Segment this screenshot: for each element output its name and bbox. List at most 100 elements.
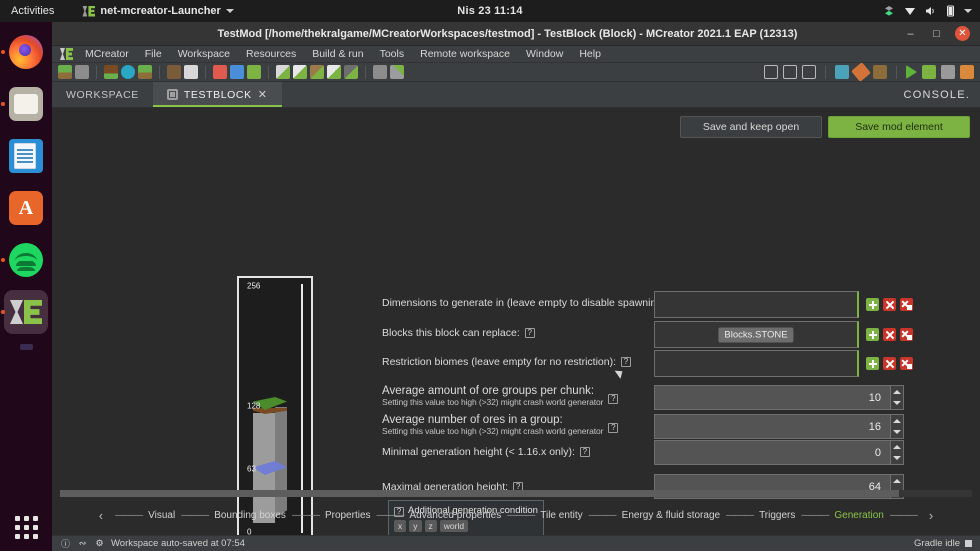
help-icon[interactable]: ? [621,357,631,367]
link-icon[interactable]: ∾ [77,538,88,549]
menu-item-window[interactable]: Window [518,46,571,63]
spinner-down[interactable] [891,453,903,465]
menu-item-remote-workspace[interactable]: Remote workspace [412,46,518,63]
menu-item-mcreator[interactable]: MCreator [77,46,137,63]
dimensions-list[interactable] [654,291,859,318]
prev-page-button[interactable]: ‹ [91,508,111,523]
menu-item-resources[interactable]: Resources [238,46,304,63]
workspace-settings-icon[interactable] [75,65,89,79]
texture-icon[interactable] [835,65,849,79]
help-icon[interactable]: ? [608,394,619,404]
spinner-up[interactable] [891,441,903,453]
new-tool-icon[interactable] [310,65,324,79]
console-toggle[interactable]: CONSOLE. [894,82,980,107]
menu-item-help[interactable]: Help [571,46,609,63]
spinner-down[interactable] [891,427,903,439]
close-icon[interactable]: ✕ [258,88,268,101]
remove-all-icon[interactable] [900,357,913,370]
menu-item-tools[interactable]: Tools [372,46,413,63]
dock-item-mcreator[interactable] [4,290,48,334]
add-icon[interactable] [866,357,879,370]
dock-item-spotify[interactable] [4,238,48,282]
add-icon[interactable] [866,298,879,311]
replace-blocks-list[interactable]: Blocks.STONE [654,321,859,348]
tab-testblock[interactable]: TESTBLOCK ✕ [152,82,282,107]
ores-in-group-spinner[interactable]: 16 [654,414,904,439]
export-mod-icon[interactable] [960,65,974,79]
texture-maker-icon[interactable] [851,62,871,82]
save-mod-element-button[interactable]: Save mod element [828,116,970,138]
next-page-button[interactable]: › [921,508,941,523]
page-bounding-boxes[interactable]: Bounding boxes [212,510,288,521]
save-icon[interactable] [184,65,198,79]
ore-groups-spinner[interactable]: 10 [654,385,904,410]
new-item-icon[interactable] [293,65,307,79]
menu-item-file[interactable]: File [137,46,170,63]
import-icon[interactable] [104,65,118,79]
add-icon[interactable] [866,328,879,341]
page-energy-fluid-storage[interactable]: Energy & fluid storage [620,510,722,521]
spinner-up[interactable] [891,415,903,427]
activities-button[interactable]: Activities [0,5,66,17]
spinner-down[interactable] [891,398,903,410]
page-properties[interactable]: Properties [323,510,373,521]
remove-icon[interactable] [883,328,896,341]
mod-element-blue-icon[interactable] [230,65,244,79]
help-icon[interactable]: ? [524,328,535,338]
scrollbar-thumb[interactable] [60,490,900,497]
spinner-up[interactable] [891,386,903,398]
dock-item-libreoffice-writer[interactable] [4,134,48,178]
help-icon[interactable]: ? [579,447,590,457]
chevron-down-icon[interactable] [964,9,972,13]
dock-item-ubuntu-software[interactable] [4,186,48,230]
list-item[interactable]: Blocks.STONE [718,327,794,342]
localization-icon[interactable] [373,65,387,79]
page-triggers[interactable]: Triggers [757,510,797,521]
close-button[interactable]: ✕ [955,26,970,41]
page-generation[interactable]: Generation [832,510,885,521]
page-tile-entity[interactable]: Tile entity [538,510,584,521]
gear-icon[interactable]: ⚙ [94,538,105,549]
remove-all-icon[interactable] [900,328,913,341]
restriction-biomes-list[interactable] [654,350,859,377]
world-icon[interactable] [121,65,135,79]
tab-workspace[interactable]: WORKSPACE [52,82,153,107]
system-tray[interactable] [883,5,972,17]
git-pull-icon[interactable] [783,65,797,79]
page-advanced-properties[interactable]: Advanced properties [408,510,504,521]
dock-item-firefox[interactable] [4,30,48,74]
git-branch-icon[interactable] [764,65,778,79]
edit-icon[interactable] [390,65,404,79]
new-mob-icon[interactable] [327,65,341,79]
menu-item-workspace[interactable]: Workspace [170,46,238,63]
info-icon[interactable]: ⓘ [60,538,71,549]
show-applications-button[interactable] [14,516,38,539]
stop-icon[interactable] [941,65,955,79]
horizontal-scrollbar[interactable] [60,490,972,497]
remove-all-icon[interactable] [900,298,913,311]
remove-icon[interactable] [883,298,896,311]
git-push-icon[interactable] [802,65,816,79]
maximize-button[interactable]: □ [929,26,944,41]
build-log-icon[interactable] [922,65,936,79]
save-and-keep-open-button[interactable]: Save and keep open [680,116,822,138]
new-structure-icon[interactable] [344,65,358,79]
spinner-up[interactable] [891,475,903,487]
page-visual[interactable]: Visual [146,510,177,521]
reload-icon[interactable] [167,65,181,79]
help-icon[interactable]: ? [608,423,619,433]
menu-item-build-and-run[interactable]: Build & run [304,46,371,63]
new-block-icon[interactable] [276,65,290,79]
remove-icon[interactable] [883,357,896,370]
mod-element-green-icon[interactable] [247,65,261,79]
export-icon[interactable] [138,65,152,79]
active-application-menu[interactable]: net-mcreator-Launcher [82,5,234,18]
clock[interactable]: Nis 23 11:14 [457,5,522,17]
dock-item-files[interactable] [4,82,48,126]
tool-icon[interactable] [873,65,887,79]
minimize-button[interactable]: – [903,26,918,41]
run-client-icon[interactable] [906,65,917,79]
min-height-spinner[interactable]: 0 [654,440,904,465]
new-workspace-icon[interactable] [58,65,72,79]
mod-element-red-icon[interactable] [213,65,227,79]
